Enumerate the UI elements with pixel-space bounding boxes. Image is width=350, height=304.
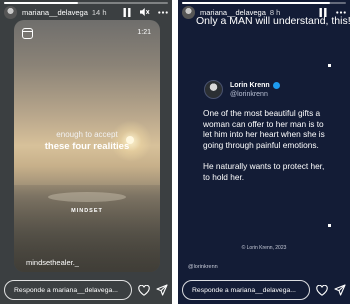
- story-panel-left[interactable]: mariana__delavega 14 h 1:21 enough to ac…: [0, 0, 172, 304]
- tweet-author-name-text: Lorin Krenn: [230, 82, 270, 89]
- reel-author-handle[interactable]: mindsethealer._: [26, 258, 79, 267]
- story-footer: Responde a mariana__delavega...: [4, 280, 168, 300]
- tweet-paragraph: One of the most beautiful gifts a woman …: [203, 108, 325, 150]
- decorative-dot: [328, 224, 331, 227]
- avatar[interactable]: [182, 5, 195, 19]
- post-time: 14 h: [91, 7, 107, 17]
- heart-icon[interactable]: [316, 284, 328, 296]
- tweet-author-avatar: [204, 80, 223, 99]
- reel-caption-line-1: enough to accept: [56, 130, 118, 139]
- pause-icon[interactable]: [122, 7, 132, 17]
- story-headline: Only a MAN will understand, this!: [196, 15, 350, 27]
- reel-watermark: MINDSET: [71, 208, 103, 214]
- heart-icon[interactable]: [138, 284, 150, 296]
- tweet-author-name: Lorin Krenn: [230, 82, 280, 89]
- verified-badge-icon: [272, 82, 280, 89]
- more-options-icon[interactable]: [158, 7, 168, 17]
- reply-input[interactable]: Responde a mariana__delavega...: [4, 280, 132, 300]
- tweet-author-handle: @lorinkrenn: [230, 91, 268, 98]
- reel-duration: 1:21: [137, 29, 151, 36]
- decorative-dot: [328, 64, 331, 67]
- copyright-text: © Lorin Krenn, 2023: [241, 245, 287, 251]
- reply-input[interactable]: Responde a mariana__delavega...: [182, 280, 310, 300]
- reel-preview[interactable]: 1:21 enough to accept these four realiti…: [14, 20, 160, 272]
- story-footer: Responde a mariana__delavega...: [182, 280, 346, 300]
- source-handle[interactable]: @lorinkrenn: [188, 264, 218, 270]
- send-icon[interactable]: [156, 284, 168, 296]
- lake: [48, 192, 126, 202]
- story-header: mariana__delavega 14 h: [4, 4, 168, 20]
- tweet-paragraph: He naturally wants to protect her, to ho…: [203, 160, 325, 182]
- reel-icon: [22, 28, 33, 39]
- send-icon[interactable]: [334, 284, 346, 296]
- speaker-mute-icon[interactable]: [140, 7, 150, 17]
- reel-caption-line-2: these four realities: [44, 141, 130, 152]
- username[interactable]: mariana__delavega: [22, 8, 88, 17]
- story-panel-right[interactable]: mariana__delavega 8 h Only a MAN will un…: [178, 0, 350, 304]
- tweet-text: One of the most beautiful gifts a woman …: [203, 108, 333, 193]
- avatar[interactable]: [4, 5, 17, 19]
